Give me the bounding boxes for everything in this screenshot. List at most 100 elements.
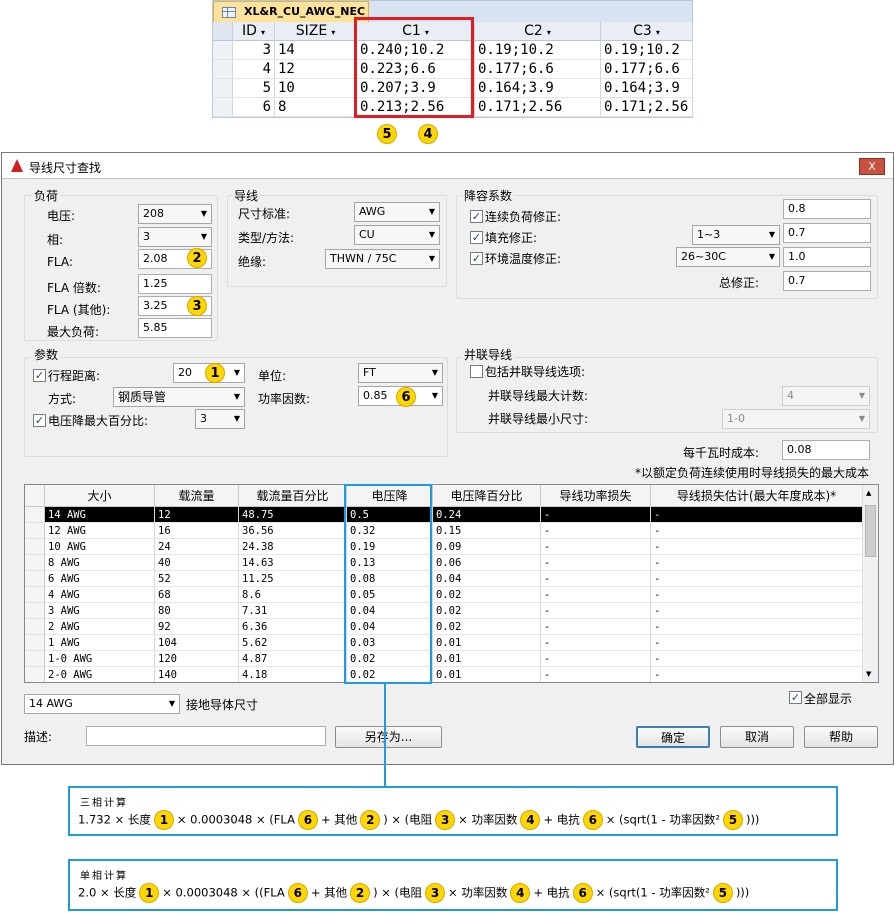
save-as-button[interactable]: 另存为...: [335, 726, 442, 748]
cell-ampacity-percent[interactable]: 14.63: [239, 555, 347, 571]
cell-ampacity[interactable]: 40: [155, 555, 239, 571]
cell-voltage-drop-percent[interactable]: 0.09: [433, 539, 541, 555]
cell-voltage-drop-percent[interactable]: 0.02: [433, 603, 541, 619]
fill-correction-select[interactable]: 1~3 ▼: [692, 225, 780, 245]
voltage-drop-checkbox[interactable]: ✓: [33, 414, 46, 427]
include-parallel-checkbox[interactable]: [470, 365, 483, 378]
grid-row-header[interactable]: [25, 603, 45, 619]
cell-loss-cost[interactable]: -: [651, 603, 863, 619]
cell-size[interactable]: 3 AWG: [45, 603, 155, 619]
cell-ampacity[interactable]: 24: [155, 539, 239, 555]
parallel-min-size-select[interactable]: 1-0 ▼: [722, 409, 870, 429]
grid-row-header[interactable]: [25, 587, 45, 603]
cell-id[interactable]: 6: [233, 98, 275, 117]
cell-power-loss[interactable]: -: [541, 571, 651, 587]
cell-loss-cost[interactable]: -: [651, 667, 863, 682]
unit-select[interactable]: FT ▼: [358, 363, 443, 383]
cell-loss-cost[interactable]: -: [651, 651, 863, 667]
scroll-up-icon[interactable]: ▲: [866, 489, 871, 497]
column-header-ampacity[interactable]: 载流量: [155, 485, 239, 507]
cell-c2[interactable]: 0.19;10.2: [475, 41, 601, 60]
run-length-checkbox[interactable]: ✓: [33, 369, 46, 382]
cell-c2[interactable]: 0.171;2.56: [475, 98, 601, 117]
cell-c2[interactable]: 0.164;3.9: [475, 79, 601, 98]
cell-size[interactable]: 12 AWG: [45, 523, 155, 539]
cell-c3[interactable]: 0.177;6.6: [601, 60, 693, 79]
header-id[interactable]: ID ▾: [233, 22, 275, 41]
cell-size[interactable]: 1-0 AWG: [45, 651, 155, 667]
cell-power-loss[interactable]: -: [541, 667, 651, 682]
cell-ampacity[interactable]: 52: [155, 571, 239, 587]
cell-ampacity[interactable]: 120: [155, 651, 239, 667]
cell-loss-cost[interactable]: -: [651, 571, 863, 587]
cell-c2[interactable]: 0.177;6.6: [475, 60, 601, 79]
size-standard-select[interactable]: AWG ▼: [354, 202, 440, 222]
method-select[interactable]: 钢质导管 ▼: [113, 387, 245, 407]
grid-row-header[interactable]: [25, 667, 45, 682]
header-c2[interactable]: C2 ▾: [475, 22, 601, 41]
cell-ampacity-percent[interactable]: 8.6: [239, 587, 347, 603]
cell-power-loss[interactable]: -: [541, 507, 651, 523]
cell-ampacity[interactable]: 12: [155, 507, 239, 523]
cell-ampacity-percent[interactable]: 4.87: [239, 651, 347, 667]
cost-per-kwh-field[interactable]: 0.08: [782, 440, 870, 460]
cell-ampacity[interactable]: 92: [155, 619, 239, 635]
grid-row-header[interactable]: [25, 619, 45, 635]
cell-id[interactable]: 4: [233, 60, 275, 79]
grid-row-header[interactable]: [25, 635, 45, 651]
cell-power-loss[interactable]: -: [541, 603, 651, 619]
cell-voltage-drop-percent[interactable]: 0.04: [433, 571, 541, 587]
max-load-field[interactable]: 5.85: [138, 318, 212, 338]
cell-ampacity[interactable]: 68: [155, 587, 239, 603]
cell-ampacity[interactable]: 16: [155, 523, 239, 539]
cell-voltage-drop-percent[interactable]: 0.01: [433, 667, 541, 682]
header-size[interactable]: SIZE ▾: [275, 22, 357, 41]
cell-size[interactable]: 2 AWG: [45, 619, 155, 635]
column-header-size[interactable]: 大小: [45, 485, 155, 507]
cell-size[interactable]: 14 AWG: [45, 507, 155, 523]
cell-size[interactable]: 8 AWG: [45, 555, 155, 571]
phase-select[interactable]: 3 ▼: [138, 227, 212, 247]
cell-loss-cost[interactable]: -: [651, 523, 863, 539]
cell-loss-cost[interactable]: -: [651, 619, 863, 635]
cell-size[interactable]: 12: [275, 60, 357, 79]
cell-ampacity[interactable]: 140: [155, 667, 239, 682]
row-selector[interactable]: [213, 41, 233, 60]
cell-size[interactable]: 10: [275, 79, 357, 98]
cell-power-loss[interactable]: -: [541, 523, 651, 539]
cell-ampacity-percent[interactable]: 11.25: [239, 571, 347, 587]
ambient-temp-checkbox[interactable]: ✓: [470, 252, 483, 265]
row-selector[interactable]: [213, 98, 233, 117]
column-header-voltage-drop-percent[interactable]: 电压降百分比: [433, 485, 541, 507]
header-c3[interactable]: C3 ▾: [601, 22, 693, 41]
ok-button[interactable]: 确定: [636, 726, 710, 748]
cell-voltage-drop-percent[interactable]: 0.02: [433, 619, 541, 635]
cell-c3[interactable]: 0.19;10.2: [601, 41, 693, 60]
cell-size[interactable]: 4 AWG: [45, 587, 155, 603]
scroll-down-icon[interactable]: ▼: [866, 670, 871, 678]
cell-power-loss[interactable]: -: [541, 587, 651, 603]
cell-ampacity-percent[interactable]: 7.31: [239, 603, 347, 619]
cell-ampacity-percent[interactable]: 5.62: [239, 635, 347, 651]
insulation-select[interactable]: THWN / 75C ▼: [325, 249, 440, 269]
cell-size[interactable]: 2-0 AWG: [45, 667, 155, 682]
grid-row-header[interactable]: [25, 507, 45, 523]
grid-row-header[interactable]: [25, 571, 45, 587]
cell-voltage-drop-percent[interactable]: 0.06: [433, 555, 541, 571]
cell-loss-cost[interactable]: -: [651, 635, 863, 651]
ambient-temp-field[interactable]: 1.0: [783, 247, 871, 267]
row-selector[interactable]: [213, 79, 233, 98]
cell-ampacity-percent[interactable]: 24.38: [239, 539, 347, 555]
cell-voltage-drop-percent[interactable]: 0.15: [433, 523, 541, 539]
grid-row-header[interactable]: [25, 539, 45, 555]
cell-size[interactable]: 1 AWG: [45, 635, 155, 651]
row-selector[interactable]: [213, 60, 233, 79]
voltage-drop-select[interactable]: 3 ▼: [195, 409, 245, 429]
cell-id[interactable]: 3: [233, 41, 275, 60]
cell-ampacity[interactable]: 104: [155, 635, 239, 651]
cell-size[interactable]: 10 AWG: [45, 539, 155, 555]
continuous-load-checkbox[interactable]: ✓: [470, 210, 483, 223]
cell-id[interactable]: 5: [233, 79, 275, 98]
cell-size[interactable]: 6 AWG: [45, 571, 155, 587]
cell-size[interactable]: 8: [275, 98, 357, 117]
